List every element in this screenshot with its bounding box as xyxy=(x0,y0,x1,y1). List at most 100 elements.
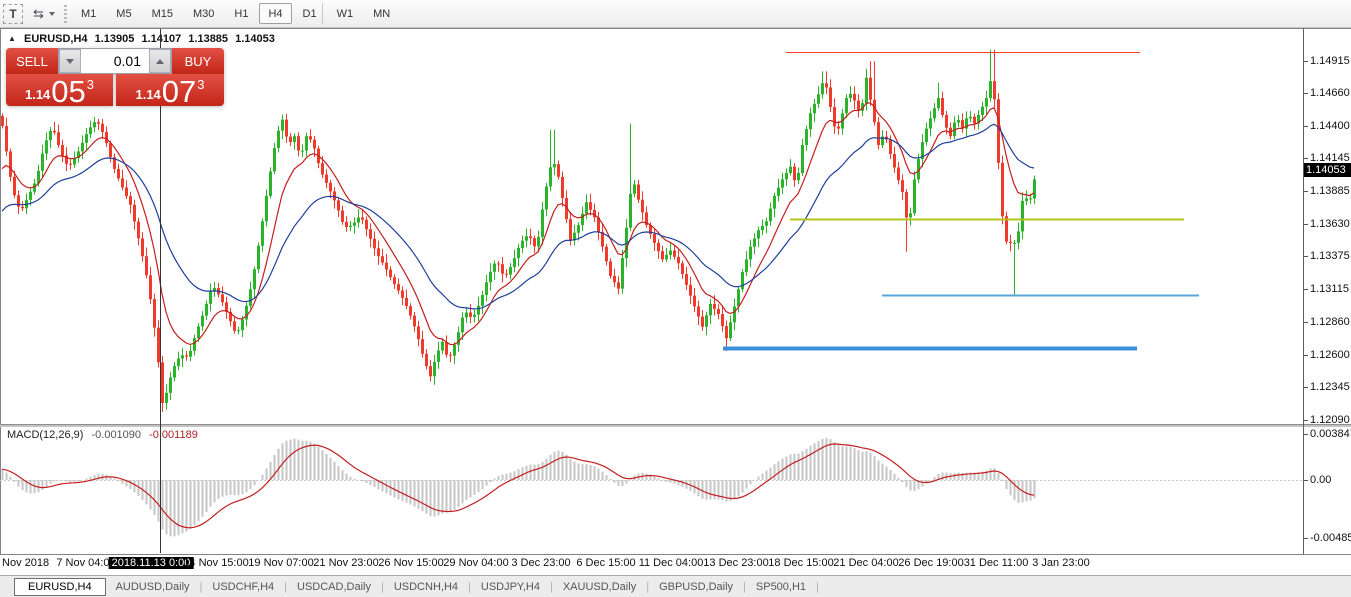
price-tick xyxy=(1304,158,1308,159)
price-tick xyxy=(1304,224,1308,225)
timeframe-button-d1[interactable]: D1 xyxy=(294,3,326,24)
buy-button[interactable]: BUY xyxy=(172,48,224,74)
buy-price-box[interactable]: 1.14 07 3 xyxy=(116,74,224,106)
time-axis-label: 21 Nov 23:00 xyxy=(313,557,378,569)
toolbar-grip xyxy=(64,5,67,23)
sell-price-pip: 3 xyxy=(87,77,94,92)
timeframe-button-m30[interactable]: M30 xyxy=(184,3,223,24)
chart-tab-usdcnh-h4[interactable]: USDCNH,H4 xyxy=(384,579,468,595)
sell-price-base: 1.14 xyxy=(25,87,50,102)
price-tick xyxy=(1304,93,1308,94)
time-axis-label: 6 Dec 15:00 xyxy=(576,557,635,569)
price-axis-label: 1.12345 xyxy=(1310,381,1350,393)
bar-open: 1.13905 xyxy=(95,33,135,45)
time-axis-label: 26 Nov 15:00 xyxy=(378,557,443,569)
chart-tab-usdchf-h4[interactable]: USDCHF,H4 xyxy=(202,579,284,595)
time-axis-label: 7 Nov 04:00 xyxy=(56,557,115,569)
price-tick xyxy=(1304,322,1308,323)
macd-indicator-pane[interactable] xyxy=(1,427,1303,554)
macd-axis-label: 0.003847 xyxy=(1310,428,1351,440)
price-tick xyxy=(1304,355,1308,356)
volume-decrease-button[interactable] xyxy=(59,49,81,73)
time-axis-label: 29 Nov 04:00 xyxy=(443,557,508,569)
price-tick xyxy=(1304,387,1308,388)
chart-tab-audusd-daily[interactable]: AUDUSD,Daily xyxy=(106,579,200,595)
sell-button[interactable]: SELL xyxy=(6,48,58,74)
price-axis-label: 1.13375 xyxy=(1310,250,1350,262)
chart-tab-gbpusd-daily[interactable]: GBPUSD,Daily xyxy=(649,579,743,595)
timeframe-button-h4[interactable]: H4 xyxy=(259,3,291,24)
timeframe-button-m1[interactable]: M1 xyxy=(72,3,105,24)
caret-up-icon xyxy=(156,59,164,64)
bar-low: 1.13885 xyxy=(188,33,228,45)
one-click-trading-panel: SELL 0.01 BUY 1.14 05 3 1.14 07 3 xyxy=(6,48,224,106)
text-tool-button[interactable]: T xyxy=(3,4,23,24)
chevron-down-icon xyxy=(49,12,55,16)
timeframe-button-m15[interactable]: M15 xyxy=(143,3,182,24)
chart-tab-eurusd-h4[interactable]: EURUSD,H4 xyxy=(14,578,106,596)
time-axis[interactable]: 2 Nov 2018 7 Nov 04:002018.11.13 0:0014 N… xyxy=(0,555,1351,574)
timeframe-toolbar: M1M5M15M30H1H4D1W1MN xyxy=(72,3,399,24)
sell-price-box[interactable]: 1.14 05 3 xyxy=(6,74,113,106)
price-tick xyxy=(1304,126,1308,127)
chart-tab-xauusd-daily[interactable]: XAUUSD,Daily xyxy=(553,579,646,595)
buy-price-pip: 3 xyxy=(197,77,204,92)
volume-increase-button[interactable] xyxy=(149,49,171,73)
toolbar-separator xyxy=(322,3,323,24)
timeframe-button-mn[interactable]: MN xyxy=(364,3,399,24)
arrows-icon: ⇆ xyxy=(33,6,44,22)
macd-tick xyxy=(1304,434,1308,435)
top-toolbar: T ⇆ M1M5M15M30H1H4D1W1MN xyxy=(0,0,1351,28)
time-axis-label: 3 Dec 23:00 xyxy=(511,557,570,569)
chart-symbol: EURUSD,H4 xyxy=(24,33,88,45)
time-axis-label: 31 Dec 11:00 xyxy=(964,557,1029,569)
macd-axis-label: 0.00 xyxy=(1310,474,1331,486)
price-axis-label: 1.12600 xyxy=(1310,349,1350,361)
price-tick xyxy=(1304,191,1308,192)
volume-stepper: 0.01 xyxy=(58,48,172,74)
time-axis-label: 21 Dec 04:00 xyxy=(833,557,898,569)
price-axis-label: 1.12860 xyxy=(1310,316,1350,328)
chart-tab-sp500-h1[interactable]: SP500,H1 xyxy=(746,579,816,595)
tab-separator: | xyxy=(816,581,819,593)
time-axis-label: 2 Nov 2018 xyxy=(0,557,49,569)
time-axis-label: 14 Nov 15:00 xyxy=(183,557,248,569)
bar-close: 1.14053 xyxy=(235,33,275,45)
volume-value[interactable]: 0.01 xyxy=(81,49,149,73)
bar-high: 1.14107 xyxy=(141,33,181,45)
price-axis-label: 1.14400 xyxy=(1310,120,1350,132)
current-price-tag: 1.14053 xyxy=(1304,163,1351,177)
chart-tab-usdjpy-h4[interactable]: USDJPY,H4 xyxy=(471,579,550,595)
macd-name: MACD(12,26,9) xyxy=(7,429,83,441)
time-axis-label: 13 Dec 23:00 xyxy=(703,557,768,569)
price-tick xyxy=(1304,289,1308,290)
macd-main-value: -0.001090 xyxy=(91,429,141,441)
chart-title: ▲ EURUSD,H4 1.13905 1.14107 1.13885 1.14… xyxy=(8,33,279,45)
price-axis-label: 1.12090 xyxy=(1310,414,1350,426)
chart-tab-usdcad-daily[interactable]: USDCAD,Daily xyxy=(287,579,381,595)
price-tick xyxy=(1304,256,1308,257)
time-axis-label: 3 Jan 23:00 xyxy=(1032,557,1090,569)
price-axis-label: 1.14915 xyxy=(1310,55,1350,67)
timeframe-button-h1[interactable]: H1 xyxy=(225,3,257,24)
collapse-triangle-icon[interactable]: ▲ xyxy=(8,34,16,43)
time-axis-label: 18 Dec 15:00 xyxy=(768,557,833,569)
timeframe-button-m5[interactable]: M5 xyxy=(107,3,140,24)
caret-down-icon xyxy=(66,59,74,64)
crosshair-date-label: 2018.11.13 0:00 xyxy=(109,557,194,569)
arrows-dropdown-button[interactable]: ⇆ xyxy=(27,4,61,24)
chart-tab-bar: EURUSD,H4AUDUSD,Daily|USDCHF,H4|USDCAD,D… xyxy=(0,575,1351,597)
pane-splitter[interactable] xyxy=(0,424,1351,427)
price-axis-label: 1.13630 xyxy=(1310,218,1350,230)
time-axis-label: 26 Dec 19:00 xyxy=(898,557,963,569)
macd-tick xyxy=(1304,538,1308,539)
macd-axis-label: -0.004856 xyxy=(1310,532,1351,544)
price-axis[interactable]: 1.149151.146601.144001.141451.138851.136… xyxy=(1304,28,1351,554)
price-axis-label: 1.13885 xyxy=(1310,185,1350,197)
buy-price-big: 07 xyxy=(162,78,196,106)
time-axis-label: 19 Nov 07:00 xyxy=(248,557,313,569)
price-tick xyxy=(1304,61,1308,62)
timeframe-button-w1[interactable]: W1 xyxy=(328,3,363,24)
price-axis-label: 1.14660 xyxy=(1310,87,1350,99)
sell-price-big: 05 xyxy=(51,78,85,106)
